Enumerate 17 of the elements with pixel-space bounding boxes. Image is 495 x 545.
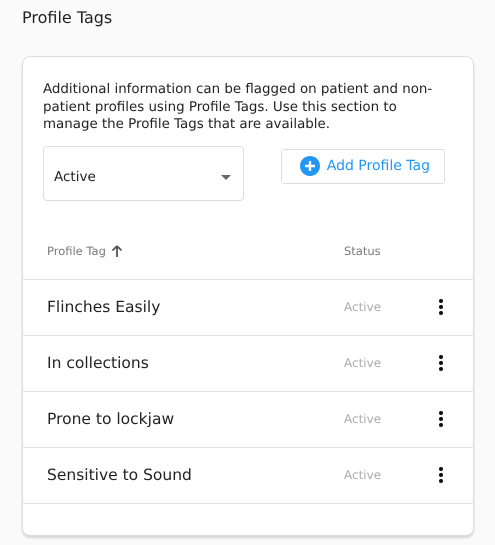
tag-name: In collections xyxy=(47,354,150,372)
status-text: Active xyxy=(344,300,382,314)
tag-name: Prone to lockjaw xyxy=(47,410,176,428)
caret-icon xyxy=(221,174,231,180)
status-text: Active xyxy=(344,468,382,482)
status-dropdown[interactable]: Active xyxy=(43,146,244,200)
status-text: Active xyxy=(344,356,382,370)
tag-name: Sensitive to Sound xyxy=(47,466,193,484)
plus-circle-icon xyxy=(300,156,320,176)
column-header[interactable]: Profile Tag xyxy=(47,244,106,258)
sort-arrow-icon[interactable] xyxy=(110,244,123,256)
description-text: Additional information can be flagged on patient and non-patient profiles using Profile Tags. Use this section to manage the Profile Tags that are available. xyxy=(43,81,434,134)
add-profile-tag-button[interactable]: Add Profile Tag xyxy=(280,148,445,184)
tag-name: Flinches Easily xyxy=(47,298,162,316)
status-text: Active xyxy=(344,412,382,426)
column-header[interactable]: Status xyxy=(344,244,381,258)
page-title: Profile Tags xyxy=(22,8,112,28)
